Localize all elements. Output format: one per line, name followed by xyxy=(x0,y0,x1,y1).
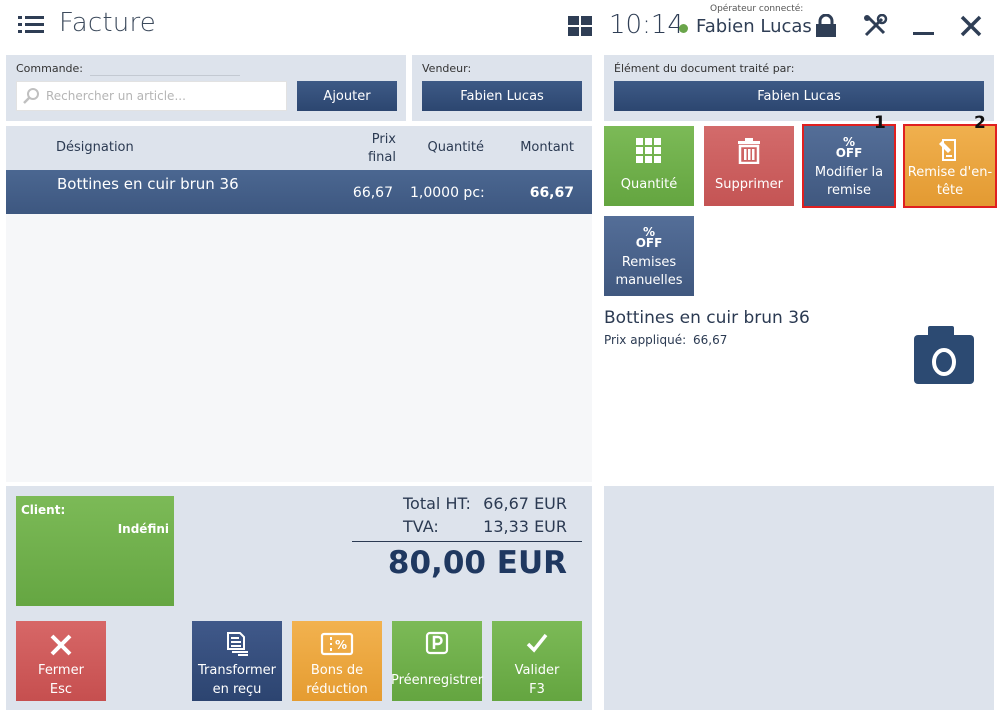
selected-item-price-label: Prix appliqué: xyxy=(604,333,687,347)
bons-line1: Bons de xyxy=(310,663,364,678)
percent-off-icon: % OFF xyxy=(835,136,863,160)
column-header-prix[interactable]: Prix final xyxy=(352,131,396,167)
client-value: Indéfini xyxy=(117,522,169,536)
remises-manuelles-line1: Remises xyxy=(621,255,677,270)
camera-icon[interactable] xyxy=(912,322,976,386)
row-designation: Bottines en cuir brun 36 xyxy=(57,175,239,193)
annotation-marker-2: 2 xyxy=(974,113,986,133)
add-button[interactable]: Ajouter xyxy=(297,81,397,111)
supprimer-label: Supprimer xyxy=(715,177,783,192)
online-status-dot xyxy=(679,24,688,33)
column-header-quantite[interactable]: Quantité xyxy=(420,140,484,155)
bons-line2: réduction xyxy=(306,682,368,697)
fermer-line1: Fermer xyxy=(38,663,84,678)
supprimer-button[interactable]: Supprimer xyxy=(704,126,794,206)
element-label: Élément du document traité par: xyxy=(614,62,795,75)
row-prix: 66,67 xyxy=(352,185,393,201)
column-header-montant[interactable]: Montant xyxy=(510,140,574,155)
off-text: OFF xyxy=(635,236,663,250)
modifier-remise-line2: remise xyxy=(826,183,872,198)
row-montant: 66,67 xyxy=(529,185,574,201)
remise-entete-line1: Remise d'en- xyxy=(907,165,993,180)
remises-manuelles-line2: manuelles xyxy=(615,273,683,288)
transformer-line2: en reçu xyxy=(212,682,262,697)
clock: 10:14 xyxy=(609,10,684,40)
tva-label: TVA: xyxy=(403,517,439,536)
menu-icon[interactable] xyxy=(18,14,44,36)
commande-label: Commande: xyxy=(16,62,84,75)
annotation-marker-1: 1 xyxy=(874,113,886,133)
tools-icon[interactable] xyxy=(862,14,888,38)
lock-icon[interactable] xyxy=(813,14,839,38)
trash-icon xyxy=(738,138,760,164)
page-title: Facture xyxy=(59,8,156,38)
preenregistrer-label: Préenregistrer xyxy=(390,672,484,688)
document-edit-icon xyxy=(939,139,956,161)
remise-entete-line2: tête xyxy=(936,183,964,198)
column-header-designation[interactable]: Désignation xyxy=(56,140,134,155)
tiles-icon[interactable] xyxy=(567,15,593,37)
parking-icon xyxy=(425,631,449,655)
row-quantite: 1,0000 pc: xyxy=(410,185,484,201)
valider-line1: Valider xyxy=(514,663,560,678)
remises-manuelles-button[interactable]: % OFF Remises manuelles xyxy=(604,216,694,296)
element-operator-button[interactable]: Fabien Lucas xyxy=(614,81,984,111)
commande-underline xyxy=(90,75,240,76)
total-ht-label: Total HT: xyxy=(403,494,471,513)
bottom-right-panel xyxy=(604,486,994,710)
vendeur-label: Vendeur: xyxy=(422,62,472,75)
tva-value: 13,33 EUR xyxy=(483,517,567,536)
modifier-remise-button[interactable]: % OFF Modifier la remise xyxy=(802,124,896,208)
column-header-prix-line2: final xyxy=(367,150,396,165)
grid-icon xyxy=(636,138,661,163)
fermer-button[interactable]: Fermer Esc xyxy=(16,621,106,701)
coupon-icon: % xyxy=(320,632,354,656)
valider-line2: F3 xyxy=(529,682,545,697)
valider-button[interactable]: Valider F3 xyxy=(492,621,582,701)
operator-label: Opérateur connecté: xyxy=(710,4,804,14)
quantite-button[interactable]: Quantité xyxy=(604,126,694,206)
remise-entete-button[interactable]: Remise d'en- tête xyxy=(903,124,997,208)
bons-reduction-button[interactable]: % Bons de réduction xyxy=(292,621,382,701)
total-ht-value: 66,67 EUR xyxy=(483,494,567,513)
transformer-button[interactable]: Transformer en reçu xyxy=(192,621,282,701)
checkmark-icon xyxy=(526,633,548,653)
total-divider xyxy=(352,541,582,542)
column-header-prix-line1: Prix xyxy=(371,132,396,147)
fermer-line2: Esc xyxy=(49,682,73,697)
client-label: Client: xyxy=(21,503,66,517)
search-icon xyxy=(23,88,39,104)
close-x-icon xyxy=(50,634,72,656)
grand-total: 80,00 EUR xyxy=(387,545,567,581)
minimize-icon[interactable] xyxy=(911,14,937,38)
quantite-label: Quantité xyxy=(620,177,678,192)
transformer-line1: Transformer xyxy=(197,663,276,678)
svg-text:%: % xyxy=(335,638,347,652)
preenregistrer-button[interactable]: Préenregistrer xyxy=(390,621,484,701)
vendeur-button[interactable]: Fabien Lucas xyxy=(422,81,582,111)
selected-item-price-value: 66,67 xyxy=(693,333,728,347)
modifier-remise-line1: Modifier la xyxy=(814,165,884,180)
off-text: OFF xyxy=(835,146,863,160)
items-list-area xyxy=(6,214,592,482)
operator-name: Fabien Lucas xyxy=(696,16,812,37)
selected-item-name: Bottines en cuir brun 36 xyxy=(604,308,810,328)
close-icon[interactable] xyxy=(958,14,984,38)
receipt-icon xyxy=(227,632,248,656)
percent-off-icon: % OFF xyxy=(635,226,663,250)
search-input[interactable] xyxy=(46,83,282,109)
